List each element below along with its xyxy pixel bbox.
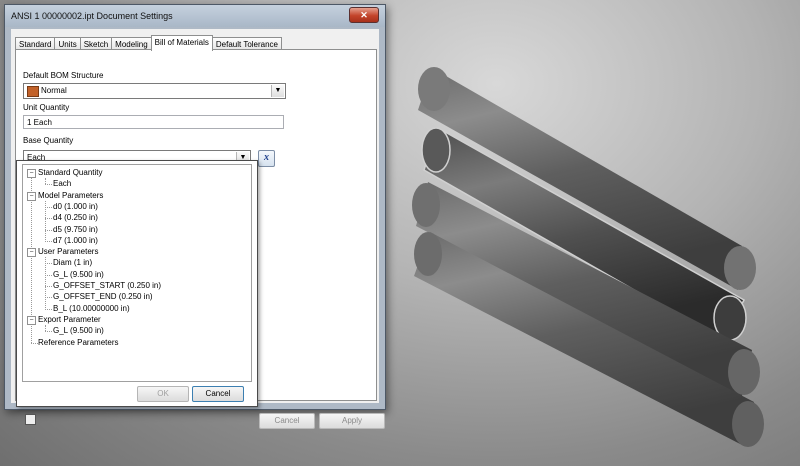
tree-group[interactable]: Standard Quantity (38, 168, 102, 177)
bom-structure-value: Normal (41, 86, 67, 95)
tree-item[interactable]: d4 (0.250 in) (53, 213, 98, 222)
tree-item[interactable]: d7 (1.000 in) (53, 236, 98, 245)
parameter-tree[interactable]: − Standard Quantity Each − Model Parameters d… (22, 164, 252, 382)
tree-item[interactable]: d5 (9.750 in) (53, 225, 98, 234)
window-title: ANSI 1 00000002.ipt Document Settings (11, 11, 173, 21)
tree-collapse-icon[interactable]: − (27, 169, 36, 178)
tree-connector (45, 178, 46, 184)
tree-connector (45, 297, 52, 299)
dialog-cancel-button[interactable]: Cancel (259, 413, 315, 429)
tree-item[interactable]: Each (53, 179, 71, 188)
title-bar[interactable]: ANSI 1 00000002.ipt Document Settings ✕ (5, 5, 385, 27)
tree-connector (45, 331, 52, 333)
tree-collapse-icon[interactable]: − (27, 248, 36, 258)
unit-quantity-label: Unit Quantity (23, 103, 70, 112)
help-icon[interactable] (25, 414, 36, 425)
tree-connector (45, 286, 52, 287)
close-button[interactable]: ✕ (349, 7, 379, 23)
tree-item[interactable]: Diam (1 in) (53, 258, 92, 267)
bom-structure-label: Default BOM Structure (23, 71, 104, 80)
tree-connector (45, 257, 46, 309)
tab-strip: Standard Units Sketch Modeling Bill of M… (15, 35, 283, 51)
tree-connector (45, 218, 52, 220)
tree-group[interactable]: Reference Parameters (38, 338, 118, 347)
popup-ok-button[interactable]: OK (137, 386, 189, 402)
tree-item[interactable]: d0 (1.000 in) (53, 202, 98, 211)
tree-group[interactable]: User Parameters (38, 247, 98, 256)
tree-item[interactable]: B_L (10.00000000 in) (53, 304, 130, 313)
tree-item[interactable]: G_OFFSET_START (0.250 in) (53, 281, 161, 290)
bom-structure-icon (27, 86, 39, 97)
fx-icon: x (264, 152, 269, 163)
tree-connector (45, 274, 52, 276)
tree-group[interactable]: Model Parameters (38, 191, 103, 200)
base-quantity-tree-popup: − Standard Quantity Each − Model Parameters d… (16, 160, 258, 407)
chevron-down-icon[interactable]: ▼ (271, 85, 284, 97)
tree-connector (45, 206, 52, 208)
bom-structure-select[interactable]: Normal ▼ (23, 83, 286, 99)
tree-connector (45, 263, 52, 265)
tree-collapse-icon[interactable]: − (27, 315, 36, 325)
tree-group[interactable]: Export Parameter (38, 315, 101, 324)
tree-connector (45, 229, 52, 231)
tree-connector (45, 184, 52, 186)
tree-item[interactable]: G_L (9.500 in) (53, 326, 104, 335)
tree-item[interactable]: G_OFFSET_END (0.250 in) (53, 292, 153, 301)
tree-connector (31, 342, 38, 344)
tab-bill-of-materials[interactable]: Bill of Materials (150, 35, 213, 51)
apply-button[interactable]: Apply (319, 413, 385, 429)
tree-item[interactable]: G_L (9.500 in) (53, 270, 104, 279)
tree-collapse-icon[interactable]: − (27, 191, 36, 201)
popup-cancel-button[interactable]: Cancel (192, 386, 244, 402)
base-quantity-label: Base Quantity (23, 136, 74, 145)
tree-connector (45, 324, 46, 331)
unit-quantity-field[interactable]: 1 Each (23, 115, 284, 129)
tree-connector (45, 308, 52, 310)
tree-connector (45, 240, 52, 242)
close-icon: ✕ (360, 10, 368, 20)
function-button[interactable]: x (258, 150, 275, 167)
